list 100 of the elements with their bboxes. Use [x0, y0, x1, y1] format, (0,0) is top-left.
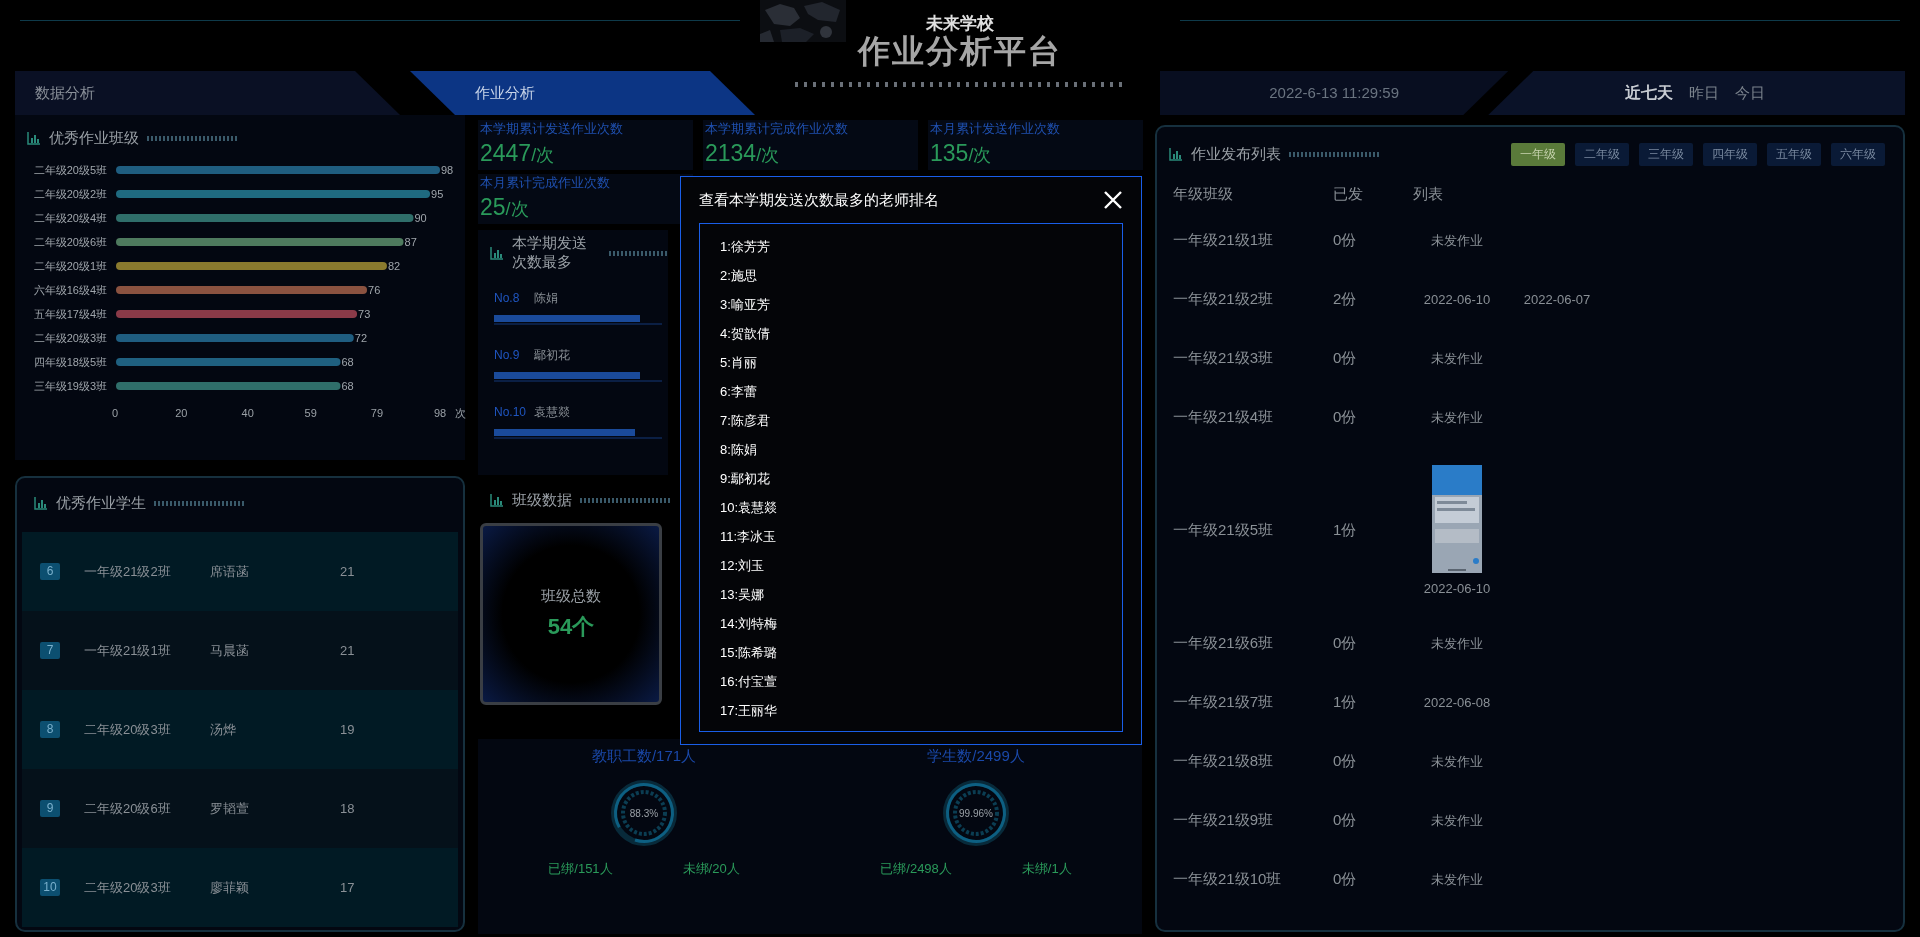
category-label: 二年级20级4班 — [33, 212, 107, 224]
count-value: 18 — [340, 801, 356, 816]
nav-tab[interactable]: 数据分析 — [15, 71, 400, 115]
column-header: 列表 — [1413, 184, 1444, 204]
ranking-item: 1:徐芳芳 — [720, 238, 771, 256]
sent-count: 2份 — [1333, 290, 1358, 309]
value-label: 72 — [354, 332, 368, 344]
value-label: 98 — [441, 164, 454, 176]
class-name: 一年级21级9班 — [1173, 811, 1275, 830]
category-label: 二年级20级6班 — [33, 236, 107, 248]
ranking-item: 2:施思 — [720, 267, 758, 285]
value-label: 73 — [358, 308, 371, 320]
ranking-item: 17:王丽华 — [720, 702, 779, 720]
grade-tab[interactable]: 五年级 — [1767, 142, 1821, 166]
homework-date[interactable]: 2022-06-10 — [1423, 581, 1491, 596]
ranking-item: 14:刘特梅 — [720, 615, 779, 633]
count-value: 21 — [340, 643, 356, 658]
sent-count: 1份 — [1333, 693, 1358, 712]
stat-label: 本月累计完成作业次数 — [480, 174, 611, 192]
panel-title: 本学期发送次数最多 — [512, 234, 588, 272]
count-value: 21 — [340, 564, 356, 579]
student-name: 罗韬萱 — [210, 799, 250, 818]
ranking-item: 12:刘玉 — [720, 557, 766, 575]
sent-count: 0份 — [1333, 231, 1358, 250]
value-label: 76 — [368, 284, 381, 296]
ranking-item: 3:喻亚芳 — [720, 296, 771, 314]
student-name: 汤烨 — [210, 720, 237, 739]
rank-badge: 9 — [40, 800, 60, 817]
panel-title: 优秀作业班级 — [49, 128, 139, 148]
teacher-name: 鄢初花 — [534, 347, 570, 364]
chart-icon — [27, 131, 41, 145]
status-text: 未发作业 — [1430, 811, 1484, 830]
close-icon[interactable] — [1103, 190, 1123, 210]
grade-tab[interactable]: 一年级 — [1511, 142, 1565, 166]
dialog-title: 查看本学期发送次数最多的老师排名 — [699, 190, 939, 210]
ranking-item: 5:肖丽 — [720, 354, 758, 372]
class-name: 一年级21级7班 — [1173, 693, 1275, 712]
ranking-item: 13:吴娜 — [720, 586, 766, 604]
status-text: 未发作业 — [1430, 408, 1484, 427]
chart-icon — [34, 496, 48, 510]
range-tab[interactable]: 昨日 — [1689, 83, 1719, 103]
card-value: 54个 — [547, 612, 595, 641]
category-label: 二年级20级5班 — [33, 164, 107, 176]
student-name: 廖菲颖 — [210, 878, 250, 897]
class-name: 一年级21级10班 — [1173, 870, 1283, 889]
bound-count: 已绑/151人 — [548, 860, 613, 878]
range-tab[interactable]: 近七天 — [1625, 82, 1673, 104]
class-name: 二年级20级3班 — [84, 720, 172, 739]
status-text: 未发作业 — [1430, 231, 1484, 250]
count-value: 17 — [340, 880, 356, 895]
sent-count: 1份 — [1333, 521, 1358, 540]
sent-count: 0份 — [1333, 752, 1358, 771]
rank-badge: 10 — [40, 879, 60, 896]
page-title: 作业分析平台 — [858, 32, 1062, 71]
panel-title: 作业发布列表 — [1191, 144, 1281, 164]
class-name: 一年级21级2班 — [84, 562, 172, 581]
stat-value: 2134/次 — [705, 139, 781, 168]
panel-title: 班级数据 — [512, 490, 572, 510]
homework-date[interactable]: 2022-06-07 — [1513, 292, 1601, 307]
student-name: 马晨菡 — [210, 641, 250, 660]
sent-count: 0份 — [1333, 634, 1358, 653]
rank-badge: 6 — [40, 563, 60, 580]
class-name: 一年级21级4班 — [1173, 408, 1275, 427]
category-label: 六年级16级4班 — [33, 284, 107, 296]
student-name: 席语菡 — [210, 562, 250, 581]
nav-tab[interactable]: 作业分析 — [410, 71, 755, 115]
stat-value: 2447/次 — [480, 139, 556, 168]
date-time: 2022-6-13 11:29:59 — [1160, 71, 1509, 115]
category-label: 五年级17级4班 — [33, 308, 107, 320]
value-label: 95 — [431, 188, 444, 200]
unbound-count: 未绑/20人 — [682, 860, 740, 878]
chart-icon — [490, 246, 504, 260]
ranking-item: 15:陈希璐 — [720, 644, 779, 662]
value-label: 82 — [387, 260, 401, 272]
homework-date[interactable]: 2022-06-08 — [1413, 695, 1501, 710]
ranking-item: 8:陈娟 — [720, 441, 758, 459]
homework-date[interactable]: 2022-06-10 — [1413, 292, 1501, 307]
chart-icon — [1169, 147, 1183, 161]
chart-icon — [490, 493, 504, 507]
rank-label: No.9 — [494, 348, 521, 362]
grade-tab[interactable]: 二年级 — [1575, 142, 1629, 166]
range-tab[interactable]: 今日 — [1735, 83, 1765, 103]
class-name: 一年级21级1班 — [1173, 231, 1275, 250]
school-name: 未来学校 — [926, 13, 994, 35]
teacher-name: 陈娟 — [534, 290, 558, 307]
rank-badge: 8 — [40, 721, 60, 738]
grade-tab[interactable]: 六年级 — [1831, 142, 1885, 166]
ranking-item: 16:付宝萱 — [720, 673, 779, 691]
category-label: 二年级20级1班 — [33, 260, 107, 272]
tick-label: 20 — [175, 407, 188, 419]
class-name: 一年级21级5班 — [1173, 521, 1275, 540]
status-text: 未发作业 — [1430, 870, 1484, 889]
percent-label: 99.96% — [959, 808, 993, 819]
grade-tab[interactable]: 三年级 — [1639, 142, 1693, 166]
status-text: 未发作业 — [1430, 634, 1484, 653]
sent-count: 0份 — [1333, 870, 1358, 889]
dashed-ring — [953, 790, 999, 836]
grade-tab[interactable]: 四年级 — [1703, 142, 1757, 166]
column-header: 已发 — [1333, 184, 1364, 204]
stat-label: 本学期累计发送作业次数 — [480, 120, 624, 138]
